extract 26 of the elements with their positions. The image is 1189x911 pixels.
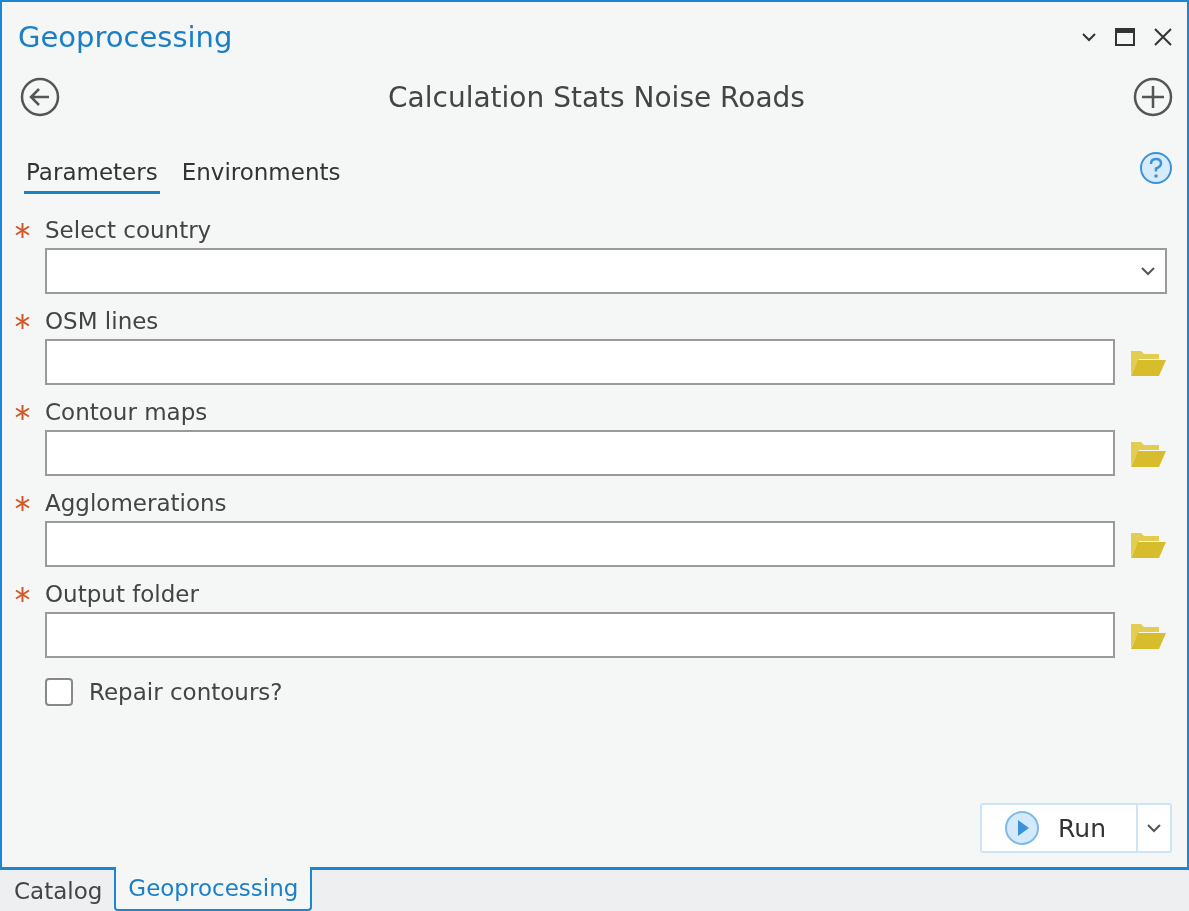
field-label: OSM lines — [45, 308, 159, 334]
field-label: Select country — [45, 217, 212, 243]
play-icon — [1004, 810, 1041, 846]
input-field[interactable] — [45, 339, 1115, 385]
maximize-icon[interactable] — [1115, 28, 1135, 46]
input-field[interactable] — [45, 430, 1115, 476]
chevron-down-icon — [1147, 823, 1161, 833]
checkbox-label: Repair contours? — [89, 679, 283, 705]
field-label: Agglomerations — [45, 490, 227, 516]
tool-title: Calculation Stats Noise Roads — [387, 80, 806, 114]
tab[interactable]: Parameters — [24, 153, 160, 194]
chevron-down-icon[interactable] — [1081, 32, 1097, 42]
close-icon[interactable] — [1153, 27, 1173, 47]
chevron-down-icon — [1141, 266, 1155, 276]
help-icon[interactable] — [1139, 151, 1173, 185]
input-field[interactable] — [45, 612, 1115, 658]
checkbox[interactable] — [45, 678, 73, 706]
tab[interactable]: Environments — [179, 153, 343, 194]
tab[interactable]: Catalog — [2, 870, 115, 911]
field-label: Contour maps — [45, 399, 208, 425]
input-field[interactable] — [45, 521, 1115, 567]
window-title: Geoprocessing — [18, 20, 234, 54]
field-label: Output folder — [45, 581, 199, 607]
dropdown-field[interactable] — [45, 248, 1167, 294]
tab[interactable]: Geoprocessing — [114, 867, 313, 911]
add-icon[interactable] — [1133, 77, 1173, 117]
